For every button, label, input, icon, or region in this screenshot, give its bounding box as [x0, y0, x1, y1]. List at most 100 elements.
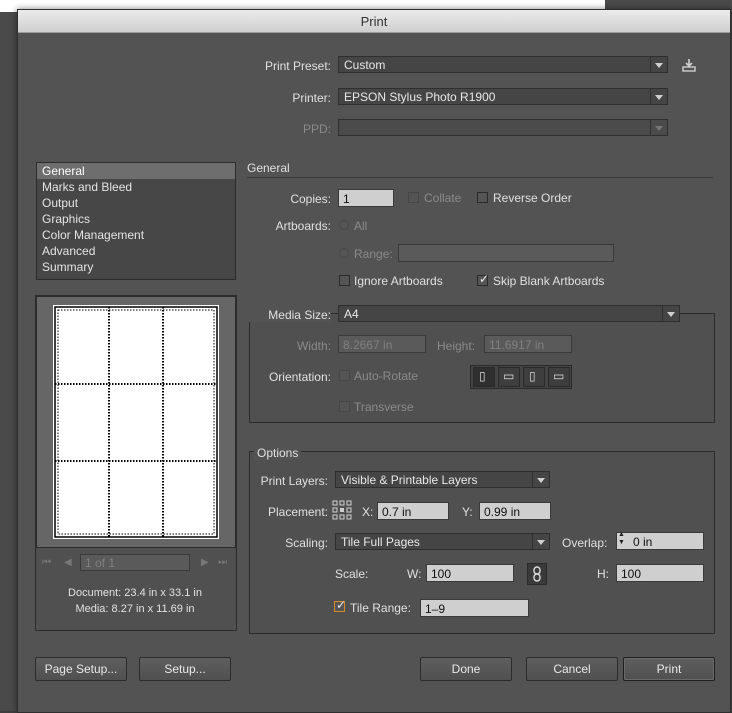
collate-label: Collate [424, 191, 462, 205]
media-size-label: Media Size: [248, 308, 331, 322]
section-divider [247, 177, 713, 178]
media-size-dropdown[interactable]: A4 [338, 305, 680, 322]
printer-dropdown[interactable]: EPSON Stylus Photo R1900 [338, 88, 668, 105]
reverse-order-label: Reverse Order [493, 191, 572, 205]
page-number-field[interactable]: 1 of 1 [80, 554, 190, 571]
scale-label: Scale: [335, 567, 369, 581]
sidebar-category-list: General Marks and Bleed Output Graphics … [36, 162, 236, 280]
setup-button[interactable]: Setup... [139, 657, 231, 681]
overlap-value: 0 in [633, 535, 653, 549]
sidebar-item-general[interactable]: General [37, 163, 235, 179]
ignore-artboards-label: Ignore Artboards [354, 274, 443, 288]
print-layers-label: Print Layers: [260, 474, 328, 488]
auto-rotate-label: Auto-Rotate [354, 369, 419, 383]
print-layers-dropdown[interactable]: Visible & Printable Layers [335, 471, 550, 488]
placement-grid-icon[interactable] [332, 500, 352, 520]
skip-blank-artboards-checkbox[interactable] [477, 272, 489, 286]
save-preset-icon[interactable] [681, 57, 697, 73]
chain-link-icon [533, 566, 541, 582]
height-field[interactable]: 11.6917 in [484, 335, 572, 353]
copies-label: Copies: [290, 192, 331, 206]
placement-label: Placement: [267, 505, 328, 519]
print-preset-dropdown[interactable]: Custom [338, 56, 668, 73]
scaling-dropdown[interactable]: Tile Full Pages [335, 533, 550, 550]
reverse-order-checkbox[interactable] [477, 192, 488, 203]
media-size-value: A4 [344, 307, 359, 321]
landscape-icon[interactable]: ▭ [498, 367, 520, 387]
transverse-checkbox[interactable] [339, 401, 350, 412]
width-label: Width: [296, 339, 331, 353]
prev-page-icon[interactable]: ◀ [64, 557, 72, 568]
all-label: All [354, 219, 368, 233]
w-field[interactable]: 100 [426, 564, 514, 582]
print-layers-value: Visible & Printable Layers [341, 473, 478, 487]
general-section-title: General [247, 161, 290, 175]
printer-label: Printer: [292, 91, 331, 105]
last-page-icon[interactable]: ⏭ [218, 557, 227, 568]
sidebar-item-summary[interactable]: Summary [37, 259, 235, 275]
preview-panel: ⏮ ◀ 1 of 1 ▶ ⏭ Document: 23.4 in x 33.1 … [35, 295, 237, 631]
printer-value: EPSON Stylus Photo R1900 [344, 90, 496, 104]
sidebar-item-marks-and-bleed[interactable]: Marks and Bleed [37, 179, 235, 195]
sidebar-item-color-management[interactable]: Color Management [37, 227, 235, 243]
tile-grid [54, 306, 218, 538]
overlap-field[interactable]: 0 in [616, 532, 704, 550]
next-page-icon[interactable]: ▶ [201, 557, 209, 568]
transverse-label: Transverse [354, 400, 414, 414]
auto-rotate-checkbox[interactable] [339, 370, 350, 381]
reverse-landscape-icon[interactable]: ▭ [548, 367, 570, 387]
overlap-label: Overlap: [562, 536, 608, 550]
chevron-down-icon [532, 472, 549, 487]
media-size-info: Media: 8.27 in x 11.69 in [75, 603, 195, 615]
h-label: H: [597, 567, 609, 581]
print-preset-label: Print Preset: [264, 59, 331, 73]
print-dialog: Print Print Preset: Custom Printer: EPSO… [17, 9, 731, 713]
overlap-stepper-icon[interactable]: ▲ ▼ [618, 531, 625, 547]
reverse-portrait-icon[interactable]: ▯ [523, 367, 545, 387]
print-preset-value: Custom [344, 58, 386, 72]
tile-range-field[interactable]: 1–9 [420, 599, 529, 617]
height-label: Height: [437, 339, 476, 353]
y-label: Y: [462, 505, 473, 519]
ppd-dropdown[interactable] [338, 119, 668, 136]
print-button[interactable]: Print [623, 657, 715, 681]
h-field[interactable]: 100 [616, 564, 704, 582]
chevron-down-icon [650, 120, 667, 135]
chevron-down-icon [662, 306, 679, 321]
preview-paper [53, 305, 219, 539]
sidebar-item-advanced[interactable]: Advanced [37, 243, 235, 259]
scaling-value: Tile Full Pages [341, 535, 420, 549]
sidebar-item-output[interactable]: Output [37, 195, 235, 211]
x-field[interactable]: 0.7 in [377, 502, 449, 520]
sidebar-item-graphics[interactable]: Graphics [37, 211, 235, 227]
first-page-icon[interactable]: ⏮ [42, 557, 51, 568]
range-radio[interactable] [339, 248, 349, 258]
range-label: Range: [354, 247, 393, 261]
chevron-down-icon [532, 534, 549, 549]
cancel-button[interactable]: Cancel [526, 657, 618, 681]
width-field[interactable]: 8.2667 in [338, 335, 426, 353]
tile-range-label: Tile Range: [350, 601, 411, 615]
x-label: X: [362, 505, 374, 519]
all-radio[interactable] [339, 220, 349, 230]
tile-range-checkbox[interactable] [334, 598, 346, 612]
portrait-icon[interactable]: ▯ [473, 367, 495, 387]
collate-checkbox[interactable] [408, 192, 419, 203]
orientation-buttons: ▯ ▭ ▯ ▭ [470, 365, 572, 389]
document-size-info: Document: 23.4 in x 33.1 in [68, 587, 202, 599]
print-preview-area[interactable] [36, 296, 236, 548]
done-button[interactable]: Done [420, 657, 512, 681]
orientation-label: Orientation: [268, 370, 331, 384]
chevron-down-icon [650, 89, 667, 104]
range-field[interactable] [398, 244, 614, 262]
y-field[interactable]: 0.99 in [479, 502, 551, 520]
page-setup-button[interactable]: Page Setup... [35, 657, 127, 681]
w-label: W: [407, 567, 422, 581]
ppd-label: PPD: [302, 122, 331, 136]
constrain-proportions-button[interactable] [527, 563, 547, 585]
skip-blank-artboards-label: Skip Blank Artboards [493, 274, 605, 288]
ignore-artboards-checkbox[interactable] [339, 275, 350, 286]
chevron-down-icon [650, 57, 667, 72]
copies-field[interactable]: 1 [338, 189, 394, 207]
scaling-label: Scaling: [285, 536, 328, 550]
